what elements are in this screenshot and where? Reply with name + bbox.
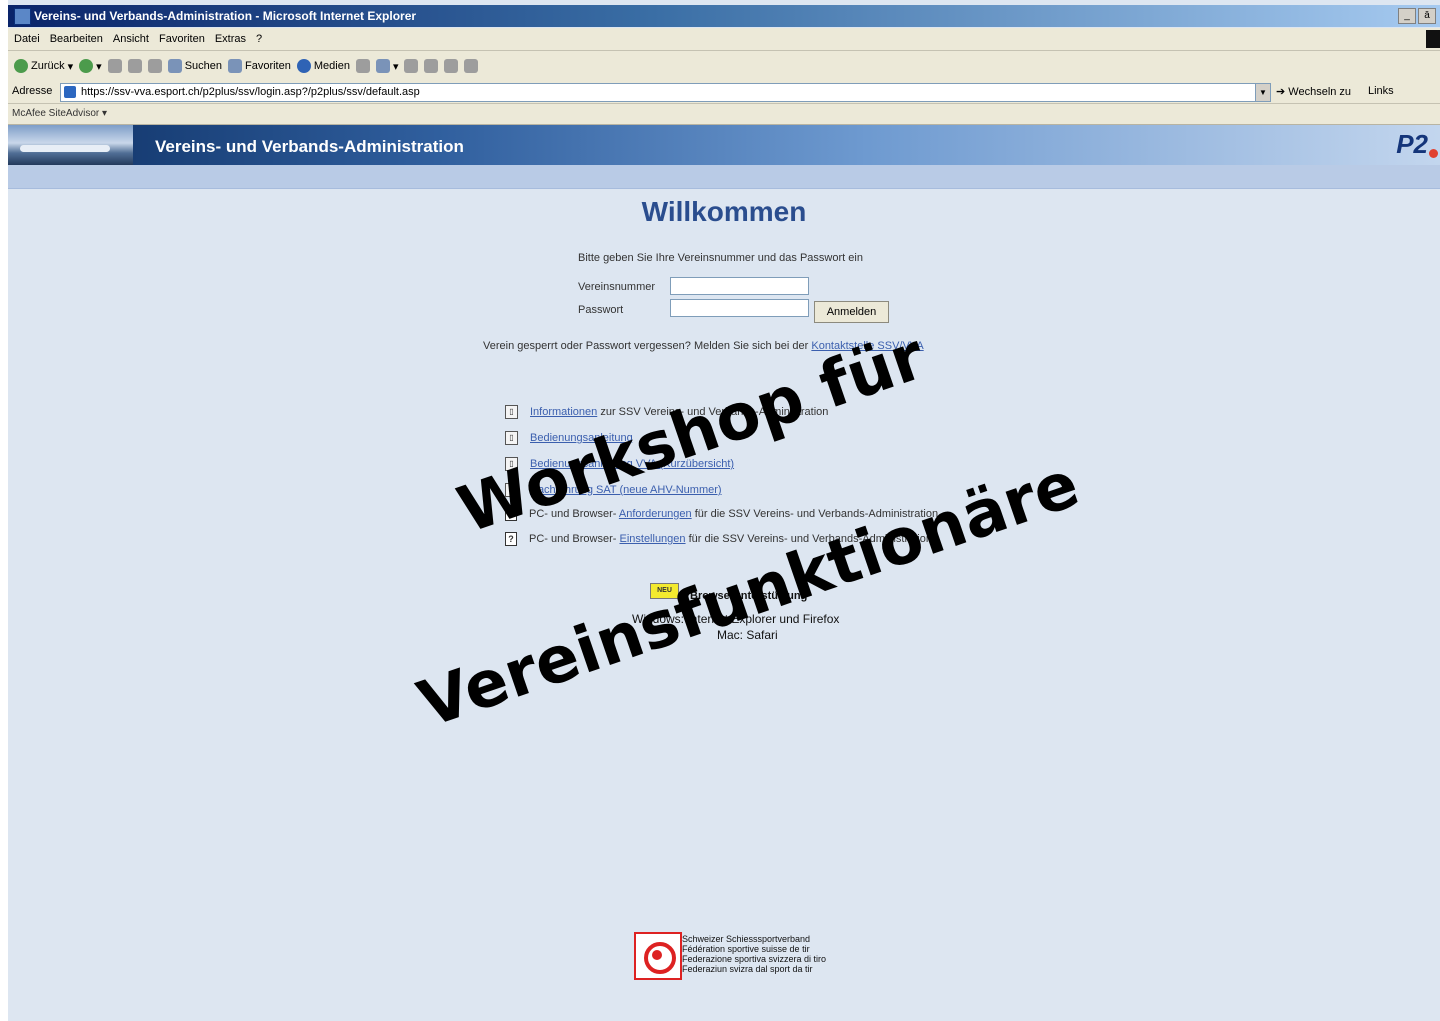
address-dropdown-icon[interactable]: ▼	[1255, 83, 1271, 102]
star-icon	[228, 59, 242, 73]
mcafee-toolbar: McAfee SiteAdvisor ▾	[8, 104, 1440, 125]
back-arrow-icon	[14, 59, 28, 73]
stop-button[interactable]	[107, 59, 122, 73]
media-icon	[296, 59, 311, 73]
chevron-down-icon: ▾	[96, 60, 102, 73]
site-header: Vereins- und Verbands-Administration P2	[8, 125, 1440, 165]
header-photo	[8, 125, 133, 165]
refresh-icon	[127, 59, 142, 73]
favorites-label: Favoriten	[245, 60, 291, 72]
minimize-button[interactable]: _	[1398, 8, 1416, 24]
ssv-logo	[634, 932, 682, 980]
target-center-icon	[652, 950, 662, 960]
links-button[interactable]: Links	[1368, 85, 1394, 97]
go-label: Wechseln zu	[1288, 86, 1352, 98]
menu-favoriten[interactable]: Favoriten	[159, 33, 205, 45]
address-label: Adresse	[12, 85, 53, 97]
page-icon	[64, 86, 76, 98]
refresh-button[interactable]	[127, 59, 142, 73]
logo-dot	[1429, 149, 1438, 158]
discuss-button[interactable]	[444, 59, 459, 73]
menu-extras[interactable]: Extras	[215, 33, 246, 45]
org-name: Federaziun svizra dal sport da tir	[682, 964, 813, 974]
media-label: Medien	[313, 60, 350, 72]
header-stripe	[8, 165, 1440, 189]
forward-arrow-icon	[79, 59, 94, 73]
discuss-icon	[444, 59, 459, 73]
info-link[interactable]: Informationen	[530, 406, 597, 418]
browser-window: Vereins- und Verbands-Administration - M…	[8, 0, 1440, 1021]
back-button[interactable]: Zurück ▾	[14, 59, 73, 73]
standard-toolbar: Zurück ▾ ▾ Suchen Favoriten Medien ▾	[8, 51, 1440, 82]
mcafee-label: McAfee SiteAdvisor	[12, 108, 100, 119]
help-text-label: Verein gesperrt oder Passwort vergessen?…	[483, 340, 809, 352]
anmelden-button[interactable]: Anmelden	[814, 301, 889, 323]
address-url: https://ssv-vva.esport.ch/p2plus/ssv/log…	[81, 86, 420, 98]
edit-icon	[424, 59, 439, 73]
title-bar: Vereins- und Verbands-Administration - M…	[8, 5, 1440, 27]
menu-bearbeiten[interactable]: Bearbeiten	[50, 33, 103, 45]
mail-button[interactable]: ▾	[375, 59, 399, 73]
stop-icon	[107, 59, 122, 73]
messenger-icon	[464, 59, 479, 73]
back-label: Zurück	[31, 60, 65, 72]
address-bar: Adresse https://ssv-vva.esport.ch/p2plus…	[8, 81, 1440, 104]
passwort-label: Passwort	[578, 304, 624, 316]
address-input[interactable]: https://ssv-vva.esport.ch/p2plus/ssv/log…	[60, 83, 1256, 102]
book-icon: ▯	[505, 405, 518, 419]
chevron-down-icon: ▾	[67, 60, 74, 73]
search-icon	[167, 59, 182, 73]
window-title: Vereins- und Verbands-Administration - M…	[34, 9, 417, 23]
vereinsnummer-input[interactable]	[670, 277, 809, 295]
mcafee-button[interactable]: McAfee SiteAdvisor ▾	[12, 108, 107, 119]
login-instructions: Bitte geben Sie Ihre Vereinsnummer und d…	[578, 252, 863, 264]
go-button[interactable]: ➔ Wechseln zu	[1276, 85, 1351, 98]
windows-logo-icon	[1426, 30, 1440, 48]
mail-icon	[375, 59, 390, 73]
boat-shape	[20, 145, 110, 152]
print-button[interactable]	[404, 59, 419, 73]
media-button[interactable]: Medien	[296, 59, 350, 73]
menu-bar: Datei Bearbeiten Ansicht Favoriten Extra…	[8, 28, 1440, 51]
ssv-org-names: Schweizer Schiesssportverband Fédération…	[682, 934, 826, 974]
menu-datei[interactable]: Datei	[14, 33, 40, 45]
site-title: Vereins- und Verbands-Administration	[155, 137, 464, 156]
messenger-button[interactable]	[464, 59, 479, 73]
book-icon: ▯	[505, 431, 518, 445]
passwort-input[interactable]	[670, 299, 809, 317]
home-icon	[147, 59, 162, 73]
restore-button[interactable]: ā	[1418, 8, 1436, 24]
home-button[interactable]	[147, 59, 162, 73]
forward-button[interactable]: ▾	[79, 59, 102, 73]
org-name: Fédération sportive suisse de tir	[682, 944, 810, 954]
favorites-button[interactable]: Favoriten	[228, 59, 291, 73]
settings-link[interactable]: Einstellungen	[619, 533, 685, 545]
history-button[interactable]	[355, 59, 370, 73]
search-button[interactable]: Suchen	[167, 59, 222, 73]
welcome-heading: Willkommen	[641, 196, 807, 227]
print-icon	[404, 59, 419, 73]
history-icon	[355, 59, 370, 73]
info-prefix: PC- und Browser-	[529, 533, 617, 545]
edit-button[interactable]	[424, 59, 439, 73]
vereinsnummer-label: Vereinsnummer	[578, 281, 656, 293]
requirements-link[interactable]: Anforderungen	[619, 508, 692, 520]
org-name: Federazione sportiva svizzera di tiro	[682, 954, 827, 964]
menu-ansicht[interactable]: Ansicht	[113, 33, 149, 45]
ie-icon	[14, 8, 31, 25]
chevron-down-icon: ▾	[392, 60, 399, 73]
menu-help[interactable]: ?	[256, 33, 262, 45]
p2-logo: P2	[1396, 129, 1428, 159]
search-label: Suchen	[184, 60, 222, 72]
org-name: Schweizer Schiesssportverband	[682, 934, 811, 944]
